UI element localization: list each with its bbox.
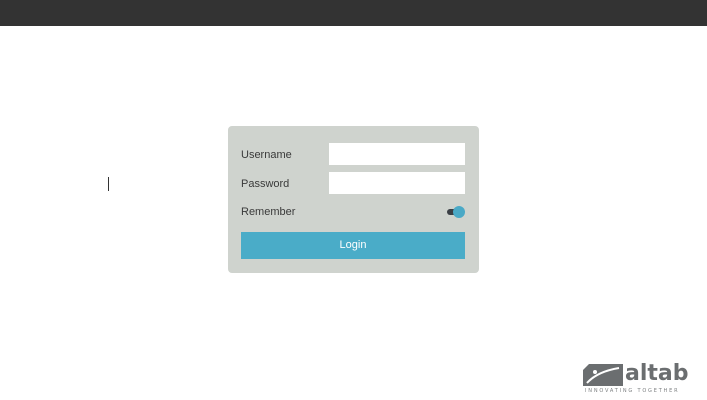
password-label: Password xyxy=(241,178,290,190)
top-bar xyxy=(0,0,707,26)
brand-logo: altab INNOVATING TOGETHER xyxy=(583,361,693,396)
username-input[interactable] xyxy=(329,143,465,165)
login-button[interactable]: Login xyxy=(241,232,465,259)
logo-mark-icon xyxy=(583,364,623,386)
login-card: Username Password Remember Login xyxy=(228,126,479,273)
remember-label: Remember xyxy=(241,206,296,218)
username-label: Username xyxy=(241,149,292,161)
brand-name: altab xyxy=(625,361,689,386)
brand-tagline: INNOVATING TOGETHER xyxy=(585,388,680,394)
text-caret xyxy=(108,177,109,191)
password-input[interactable] xyxy=(329,172,465,194)
remember-toggle[interactable] xyxy=(447,206,465,218)
toggle-knob xyxy=(453,206,465,218)
